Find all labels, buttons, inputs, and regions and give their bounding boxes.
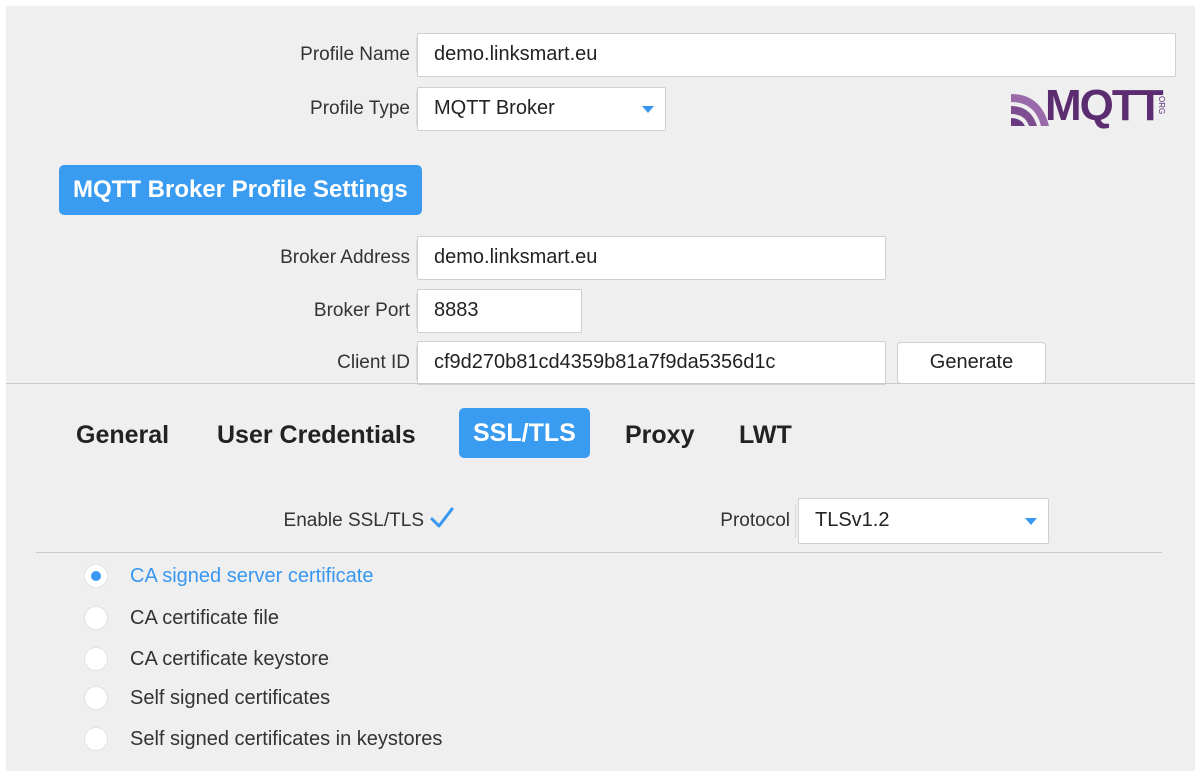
mqtt-logo-suffix: ORG bbox=[1157, 96, 1166, 115]
tab-bar: General User Credentials SSL/TLS Proxy L… bbox=[6, 408, 1195, 460]
section-divider bbox=[6, 383, 1195, 384]
tab-user-credentials[interactable]: User Credentials bbox=[217, 410, 416, 460]
radio-label: CA signed server certificate bbox=[130, 565, 374, 587]
profile-name-label: Profile Name bbox=[300, 44, 410, 65]
profile-type-value: MQTT Broker bbox=[434, 97, 555, 119]
radio-label: CA certificate file bbox=[130, 607, 279, 629]
radio-label: Self signed certificates bbox=[130, 687, 331, 709]
broker-address-input[interactable]: demo.linksmart.eu bbox=[417, 236, 886, 280]
profile-type-select[interactable]: MQTT Broker bbox=[417, 87, 666, 131]
tab-lwt[interactable]: LWT bbox=[739, 410, 792, 460]
section-title: MQTT Broker Profile Settings bbox=[59, 165, 422, 215]
profile-type-label: Profile Type bbox=[310, 98, 410, 119]
mqtt-logo-text: MQTT bbox=[1045, 81, 1164, 130]
tab-general[interactable]: General bbox=[76, 410, 169, 460]
enable-ssl-label: Enable SSL/TLS bbox=[283, 510, 424, 531]
protocol-select[interactable]: TLSv1.2 bbox=[798, 498, 1049, 544]
radio-button[interactable] bbox=[84, 686, 108, 710]
enable-ssl-checkbox[interactable] bbox=[429, 505, 455, 531]
protocol-separator bbox=[795, 504, 796, 538]
radio-button[interactable] bbox=[84, 647, 108, 671]
protocol-value: TLSv1.2 bbox=[815, 509, 890, 531]
mqtt-logo: MQTT ORG bbox=[1007, 82, 1177, 130]
profile-settings-panel: Profile Name demo.linksmart.eu Profile T… bbox=[6, 6, 1195, 771]
radio-label: CA certificate keystore bbox=[130, 648, 329, 670]
profile-name-input[interactable]: demo.linksmart.eu bbox=[417, 33, 1176, 77]
radio-button[interactable] bbox=[84, 606, 108, 630]
client-id-label: Client ID bbox=[337, 352, 410, 373]
radio-button-selected[interactable] bbox=[84, 564, 108, 588]
checkmark-icon bbox=[430, 507, 454, 528]
radio-button[interactable] bbox=[84, 727, 108, 751]
tab-ssl-tls[interactable]: SSL/TLS bbox=[459, 408, 590, 458]
generate-button[interactable]: Generate bbox=[897, 342, 1046, 384]
broker-port-label: Broker Port bbox=[313, 300, 410, 321]
ssl-divider bbox=[36, 552, 1162, 553]
chevron-down-icon bbox=[642, 106, 654, 113]
radio-label: Self signed certificates in keystores bbox=[130, 728, 443, 750]
broker-address-label: Broker Address bbox=[280, 247, 410, 268]
broker-port-input[interactable]: 8883 bbox=[417, 289, 582, 333]
client-id-input[interactable]: cf9d270b81cd4359b81a7f9da5356d1c bbox=[417, 341, 886, 385]
protocol-label: Protocol bbox=[720, 510, 790, 531]
tab-proxy[interactable]: Proxy bbox=[625, 410, 694, 460]
chevron-down-icon bbox=[1025, 518, 1037, 525]
